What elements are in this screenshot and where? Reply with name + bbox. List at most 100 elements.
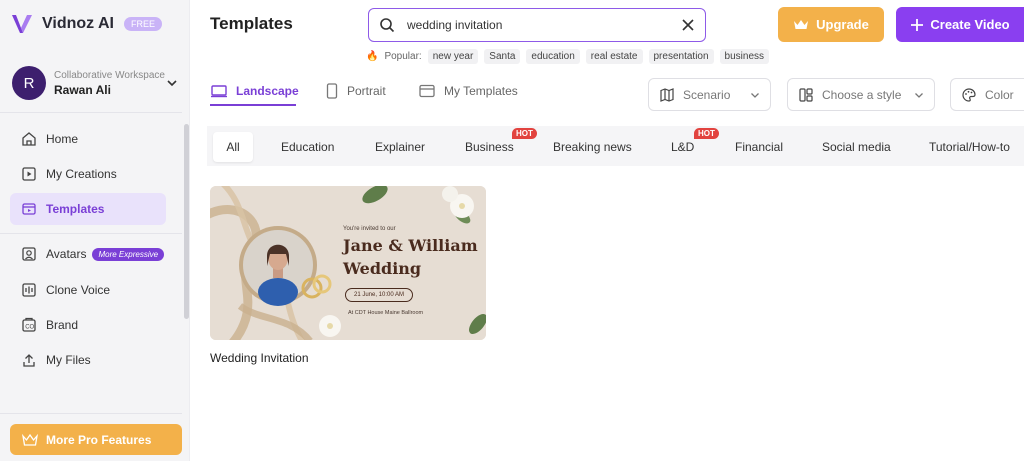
scenario-select[interactable]: Scenario bbox=[648, 78, 771, 111]
popular-searches: 🔥 Popular: new year Santa education real… bbox=[366, 49, 770, 64]
page-title: Templates bbox=[210, 14, 293, 33]
portrait-icon bbox=[326, 83, 338, 99]
category-social-media[interactable]: Social media bbox=[814, 132, 899, 162]
crown-icon bbox=[22, 433, 38, 446]
category-label: Business bbox=[465, 140, 514, 154]
workspace-label: Collaborative Workspace bbox=[54, 69, 165, 81]
template-card[interactable]: You're invited to our Jane & William Wed… bbox=[210, 186, 486, 340]
sidebar-item-label: My Files bbox=[46, 353, 91, 367]
category-label: L&D bbox=[671, 140, 695, 154]
hot-badge: HOT bbox=[694, 128, 719, 139]
brand-name: Vidnoz AI bbox=[42, 15, 114, 32]
category-education[interactable]: Education bbox=[273, 132, 342, 162]
search-bar[interactable] bbox=[368, 8, 706, 42]
category-label: Explainer bbox=[375, 140, 426, 154]
pro-button-label: More Pro Features bbox=[46, 432, 152, 447]
template-date: 21 June, 10:00 AM bbox=[345, 288, 414, 302]
sidebar-item-label: My Creations bbox=[46, 167, 117, 181]
tab-label: Portrait bbox=[347, 84, 386, 98]
sidebar-item-label: Brand bbox=[46, 318, 79, 332]
tab-landscape[interactable]: Landscape bbox=[210, 80, 299, 102]
style-label: Choose a style bbox=[822, 87, 902, 102]
category-l-and-d[interactable]: L&D HOT bbox=[663, 128, 719, 162]
search-input[interactable] bbox=[407, 18, 681, 32]
popular-tag[interactable]: real estate bbox=[585, 49, 643, 64]
category-all[interactable]: All bbox=[213, 132, 253, 162]
sidebar-item-home[interactable]: Home bbox=[10, 123, 166, 155]
style-select[interactable]: Choose a style bbox=[787, 78, 935, 111]
create-video-button[interactable]: Create Video bbox=[896, 7, 1024, 42]
sidebar-item-label: Home bbox=[46, 132, 79, 146]
tab-label: Landscape bbox=[236, 84, 299, 98]
template-icon bbox=[20, 200, 38, 218]
sidebar-item-my-creations[interactable]: My Creations bbox=[10, 158, 166, 190]
tab-label: My Templates bbox=[444, 84, 518, 98]
brand-icon: CO bbox=[20, 316, 38, 334]
sidebar: Vidnoz AI FREE R Collaborative Workspace… bbox=[0, 0, 190, 461]
workspace-switcher[interactable]: R Collaborative Workspace Rawan Ali bbox=[12, 65, 178, 101]
template-name: Wedding Invitation bbox=[210, 351, 309, 365]
sidebar-item-label: Avatars bbox=[46, 247, 87, 261]
search-icon bbox=[380, 18, 395, 33]
sidebar-item-my-files[interactable]: My Files bbox=[10, 344, 166, 376]
category-explainer[interactable]: Explainer bbox=[367, 132, 433, 162]
brand-logo[interactable]: Vidnoz AI FREE bbox=[10, 12, 163, 36]
popular-tag[interactable]: education bbox=[526, 49, 580, 64]
clear-search-icon[interactable] bbox=[681, 18, 695, 32]
divider bbox=[0, 233, 182, 234]
template-couple: Jane & William bbox=[343, 236, 478, 255]
popular-tag[interactable]: Santa bbox=[484, 49, 521, 64]
tab-portrait[interactable]: Portrait bbox=[325, 80, 386, 102]
play-icon bbox=[20, 165, 38, 183]
category-label: Tutorial/How-to bbox=[929, 140, 1010, 154]
sidebar-item-brand[interactable]: CO Brand bbox=[10, 309, 166, 341]
sidebar-scrollbar[interactable] bbox=[184, 124, 189, 319]
palette-icon bbox=[962, 87, 976, 102]
category-label: Education bbox=[281, 140, 335, 154]
divider bbox=[0, 112, 182, 113]
chevron-down-icon bbox=[915, 92, 923, 98]
divider bbox=[0, 413, 182, 414]
tab-my-templates[interactable]: My Templates bbox=[418, 80, 518, 102]
fire-icon: 🔥 bbox=[366, 51, 379, 62]
category-label: All bbox=[226, 140, 240, 154]
upgrade-button[interactable]: Upgrade bbox=[778, 7, 884, 42]
landscape-icon bbox=[211, 85, 227, 98]
popular-tag[interactable]: presentation bbox=[648, 49, 714, 64]
chevron-down-icon bbox=[751, 92, 759, 98]
category-breaking-news[interactable]: Breaking news bbox=[545, 132, 640, 162]
sidebar-item-label: Clone Voice bbox=[46, 283, 111, 297]
category-label: Financial bbox=[735, 140, 784, 154]
crown-icon bbox=[794, 20, 809, 29]
layout-icon bbox=[799, 87, 813, 102]
chevron-down-icon bbox=[167, 80, 177, 87]
sidebar-item-clone-voice[interactable]: Clone Voice bbox=[10, 274, 166, 306]
category-tutorial[interactable]: Tutorial/How-to bbox=[921, 132, 1018, 162]
popular-tag[interactable]: business bbox=[719, 49, 770, 64]
template-invite-line: You're invited to our bbox=[343, 226, 396, 232]
svg-text:CO: CO bbox=[25, 325, 34, 331]
avatar-icon bbox=[20, 245, 38, 263]
category-financial[interactable]: Financial bbox=[727, 132, 791, 162]
more-pro-features-button[interactable]: More Pro Features bbox=[10, 424, 182, 455]
popular-label: Popular: bbox=[384, 51, 422, 62]
map-icon bbox=[660, 87, 674, 102]
category-business[interactable]: Business HOT bbox=[457, 128, 537, 162]
color-select[interactable]: Color bbox=[950, 78, 1024, 111]
upload-icon bbox=[20, 351, 38, 369]
vidnoz-logo-icon bbox=[12, 15, 32, 33]
sidebar-item-templates[interactable]: Templates bbox=[10, 193, 166, 225]
template-venue: At CDT House Maine Ballroom bbox=[348, 310, 424, 316]
hot-badge: HOT bbox=[512, 128, 537, 139]
plus-icon bbox=[911, 18, 924, 31]
popular-tag[interactable]: new year bbox=[427, 49, 479, 64]
waveform-icon bbox=[20, 281, 38, 299]
sidebar-item-avatars[interactable]: Avatars More Expressive bbox=[10, 238, 166, 270]
workspace-user: Rawan Ali bbox=[54, 82, 111, 97]
my-templates-icon bbox=[419, 84, 435, 98]
plan-badge: FREE bbox=[124, 17, 163, 31]
sidebar-item-label: Templates bbox=[46, 202, 105, 216]
category-label: Social media bbox=[822, 140, 891, 154]
scenario-label: Scenario bbox=[683, 87, 731, 102]
home-icon bbox=[20, 130, 38, 148]
